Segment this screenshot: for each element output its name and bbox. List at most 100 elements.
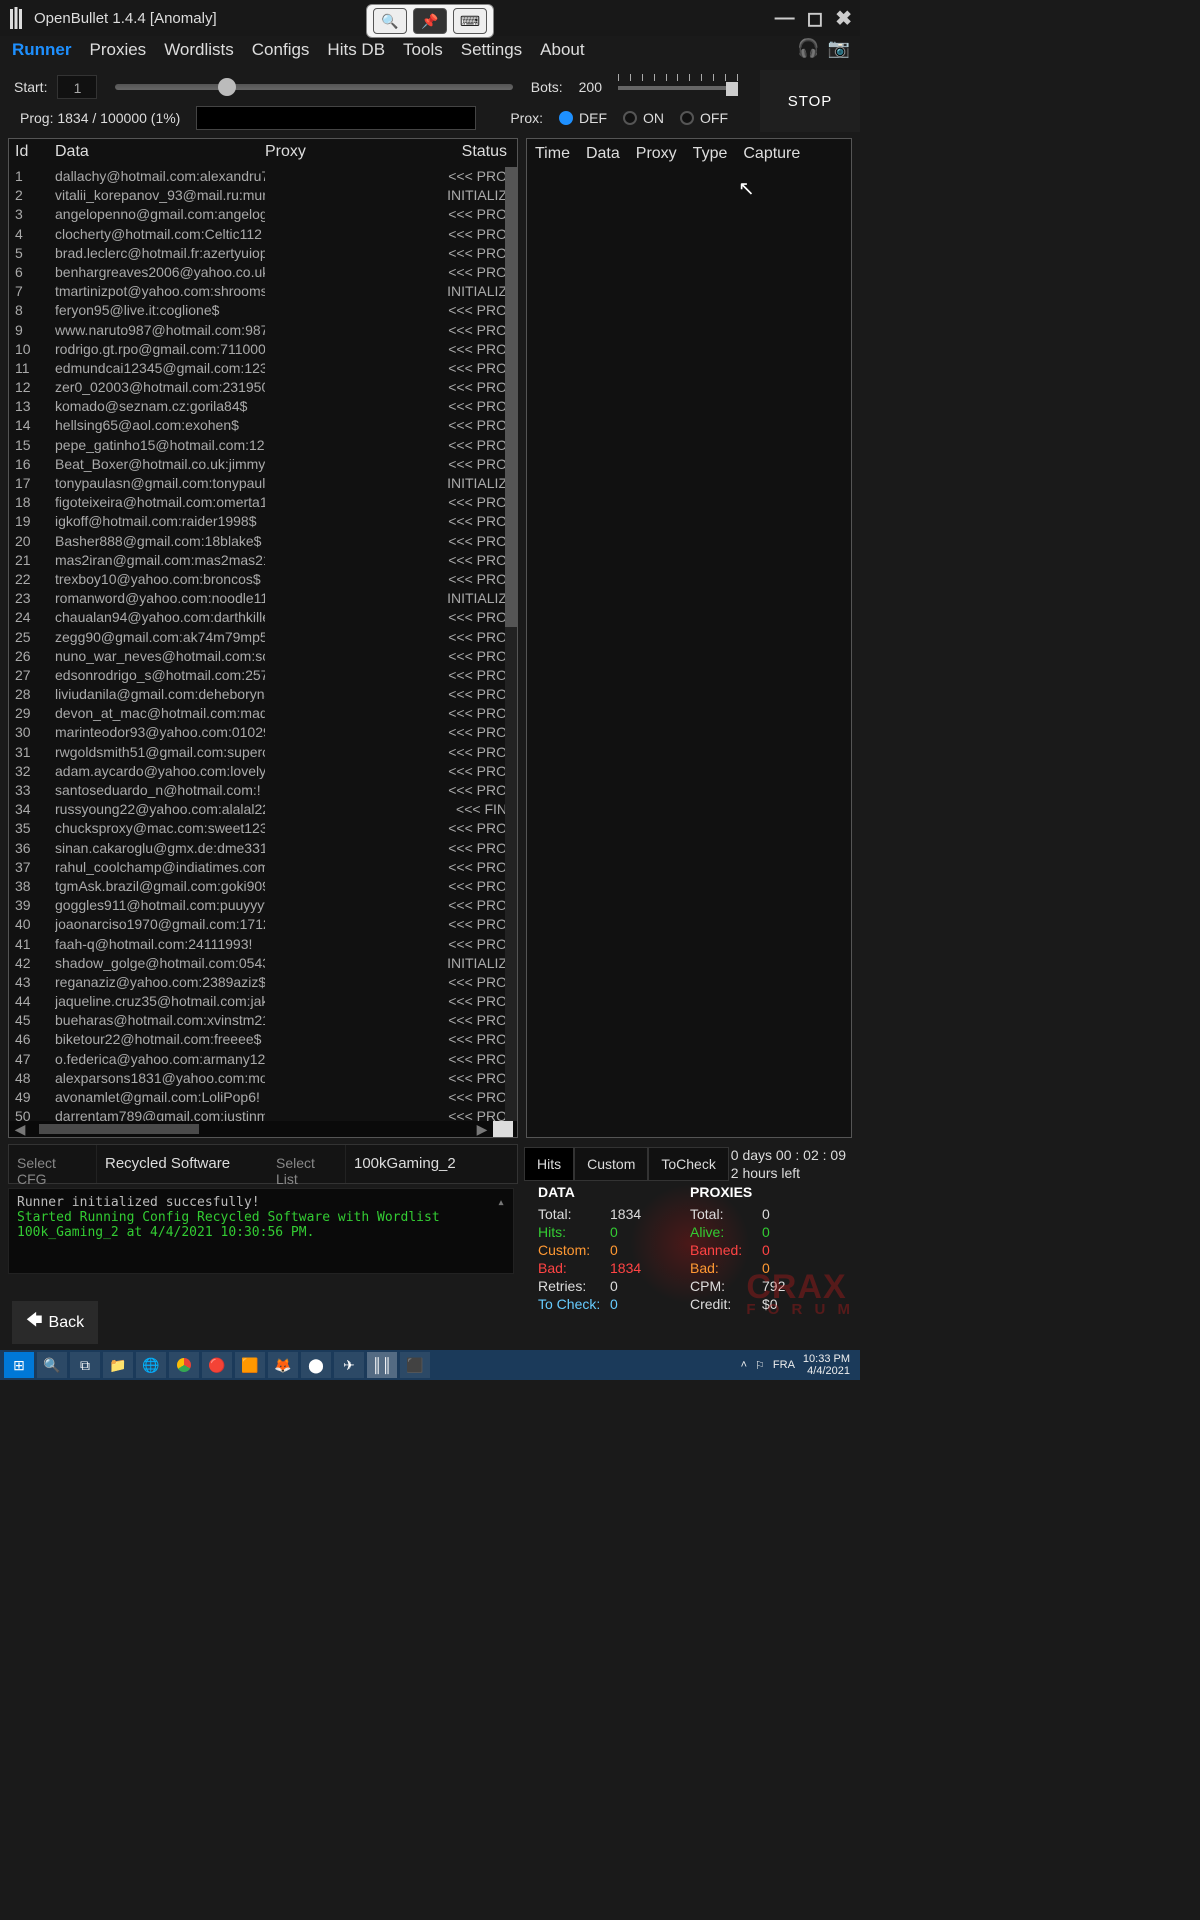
table-row[interactable]: 3angelopenno@gmail.com:angelogp<<< PRO: [9, 205, 517, 224]
start-input[interactable]: 1: [57, 75, 97, 99]
side-col-data[interactable]: Data: [586, 145, 620, 163]
table-row[interactable]: 26nuno_war_neves@hotmail.com:schi<<< PRO: [9, 647, 517, 666]
table-row[interactable]: 41faah-q@hotmail.com:24111993!<<< PRO: [9, 935, 517, 954]
table-row[interactable]: 24chaualan94@yahoo.com:darthkiller<<< PR…: [9, 608, 517, 627]
taskbar-chrome-icon[interactable]: [169, 1352, 199, 1378]
minimize-icon[interactable]: —: [775, 7, 795, 30]
system-tray[interactable]: ˄ ⚐ FRA 10:33 PM 4/4/2021: [741, 1353, 856, 1377]
table-row[interactable]: 8feryon95@live.it:coglione$<<< PRO: [9, 301, 517, 320]
menu-hitsdb[interactable]: Hits DB: [327, 40, 385, 60]
select-cfg-box[interactable]: Select CFG Recycled Software Select List…: [8, 1144, 518, 1184]
table-row[interactable]: 1dallachy@hotmail.com:alexandru7!<<< PRO: [9, 167, 517, 186]
table-row[interactable]: 5brad.leclerc@hotmail.fr:azertyuiop!<<< …: [9, 244, 517, 263]
bots-slider-thumb[interactable]: [726, 82, 738, 96]
table-row[interactable]: 47o.federica@yahoo.com:armany12<<< PRO: [9, 1050, 517, 1069]
vertical-scrollbar[interactable]: [505, 167, 517, 1121]
table-row[interactable]: 30marinteodor93@yahoo.com:010293<<< PRO: [9, 723, 517, 742]
start-menu-icon[interactable]: ⊞: [4, 1352, 34, 1378]
table-row[interactable]: 23romanword@yahoo.com:noodle112INITIALIZ: [9, 589, 517, 608]
taskbar-taskview-icon[interactable]: ⧉: [70, 1352, 100, 1378]
table-row[interactable]: 48alexparsons1831@yahoo.com:moth<<< PRO: [9, 1069, 517, 1088]
menu-runner[interactable]: Runner: [12, 40, 72, 60]
start-slider[interactable]: [115, 84, 512, 90]
prox-radio-def[interactable]: [559, 111, 573, 125]
table-row[interactable]: 13komado@seznam.cz:gorila84$<<< PRO: [9, 397, 517, 416]
taskbar-telegram-icon[interactable]: ✈: [334, 1352, 364, 1378]
table-row[interactable]: 39goggles911@hotmail.com:puuyyytt<<< PRO: [9, 896, 517, 915]
tray-lang[interactable]: FRA: [773, 1359, 795, 1371]
vertical-scroll-thumb[interactable]: [505, 167, 517, 627]
bots-slider[interactable]: [618, 74, 738, 100]
table-row[interactable]: 29devon_at_mac@hotmail.com:madm<<< PRO: [9, 704, 517, 723]
table-row[interactable]: 49avonamlet@gmail.com:LoliPop6!<<< PRO: [9, 1088, 517, 1107]
taskbar-firefox-icon[interactable]: 🦊: [268, 1352, 298, 1378]
side-col-capture[interactable]: Capture: [743, 145, 800, 163]
camera-icon[interactable]: 📷: [828, 38, 850, 59]
tab-hits[interactable]: Hits: [524, 1147, 574, 1181]
table-row[interactable]: 11edmundcai12345@gmail.com:12345<<< PRO: [9, 359, 517, 378]
horizontal-scrollbar[interactable]: ◀ ▶: [9, 1121, 517, 1137]
pin-icon[interactable]: 📌: [413, 8, 447, 34]
table-row[interactable]: 10rodrigo.gt.rpo@gmail.com:7110009<<< PR…: [9, 340, 517, 359]
table-row[interactable]: 33santoseduardo_n@hotmail.com:!<<< PRO: [9, 781, 517, 800]
back-button[interactable]: 🡄 Back: [12, 1301, 98, 1344]
taskbar-app3-icon[interactable]: ⬛: [400, 1352, 430, 1378]
table-row[interactable]: 27edsonrodrigo_s@hotmail.com:2572<<< PRO: [9, 666, 517, 685]
menu-tools[interactable]: Tools: [403, 40, 443, 60]
table-row[interactable]: 42shadow_golge@hotmail.com:05436INITIALI…: [9, 954, 517, 973]
col-header-proxy[interactable]: Proxy: [265, 143, 415, 161]
menu-settings[interactable]: Settings: [461, 40, 522, 60]
menu-wordlists[interactable]: Wordlists: [164, 40, 234, 60]
hscroll-thumb[interactable]: [39, 1124, 199, 1134]
table-row[interactable]: 4clocherty@hotmail.com:Celtic112<<< PRO: [9, 225, 517, 244]
keyboard-icon[interactable]: ⌨: [453, 8, 487, 34]
table-row[interactable]: 12zer0_02003@hotmail.com:2319506!<<< PRO: [9, 378, 517, 397]
table-row[interactable]: 40joaonarciso1970@gmail.com:17127<<< PRO: [9, 915, 517, 934]
zoom-in-icon[interactable]: 🔍: [373, 8, 407, 34]
table-row[interactable]: 6benhargreaves2006@yahoo.co.uk:lo<<< PRO: [9, 263, 517, 282]
table-row[interactable]: 50darrentam789@gmail.com:justinme<<< PRO: [9, 1107, 517, 1121]
tray-chevron-icon[interactable]: ˄: [741, 1359, 747, 1371]
taskbar-explorer-icon[interactable]: 📁: [103, 1352, 133, 1378]
prox-radio-on[interactable]: [623, 111, 637, 125]
col-header-data[interactable]: Data: [55, 143, 265, 161]
side-col-proxy[interactable]: Proxy: [636, 145, 677, 163]
table-row[interactable]: 22trexboy10@yahoo.com:broncos$<<< PRO: [9, 570, 517, 589]
table-row[interactable]: 38tgmAsk.brazil@gmail.com:goki9098<<< PR…: [9, 877, 517, 896]
tray-flag-icon[interactable]: ⚐: [755, 1359, 765, 1372]
col-header-status[interactable]: Status: [415, 143, 511, 161]
taskbar-openbullet-icon[interactable]: ║║: [367, 1352, 397, 1378]
col-header-id[interactable]: Id: [15, 143, 55, 161]
table-row[interactable]: 14hellsing65@aol.com:exohen$<<< PRO: [9, 416, 517, 435]
table-row[interactable]: 25zegg90@gmail.com:ak74m79mp51<<< PRO: [9, 628, 517, 647]
taskbar-edge-icon[interactable]: 🌐: [136, 1352, 166, 1378]
table-row[interactable]: 34russyoung22@yahoo.com:alalal2212<<< FI…: [9, 800, 517, 819]
table-row[interactable]: 15pepe_gatinho15@hotmail.com:1234<<< PRO: [9, 436, 517, 455]
taskbar-app2-icon[interactable]: ⬤: [301, 1352, 331, 1378]
taskbar-opera-icon[interactable]: 🔴: [202, 1352, 232, 1378]
hscroll-left-arrow-icon[interactable]: ◀: [13, 1121, 27, 1138]
table-row[interactable]: 43reganaziz@yahoo.com:2389aziz$<<< PRO: [9, 973, 517, 992]
start-slider-thumb[interactable]: [218, 78, 236, 96]
prox-radio-off[interactable]: [680, 111, 694, 125]
table-row[interactable]: 36sinan.cakaroglu@gmx.de:dme331un<<< PRO: [9, 839, 517, 858]
close-icon[interactable]: ✖: [835, 6, 852, 31]
table-row[interactable]: 21mas2iran@gmail.com:mas2mas21<<< PRO: [9, 551, 517, 570]
headset-icon[interactable]: 🎧: [797, 38, 819, 59]
table-row[interactable]: 28liviudanila@gmail.com:deheboryn$<<< PR…: [9, 685, 517, 704]
tab-tocheck[interactable]: ToCheck: [648, 1147, 728, 1181]
table-row[interactable]: 32adam.aycardo@yahoo.com:lovelybe<<< PRO: [9, 762, 517, 781]
tray-clock[interactable]: 10:33 PM 4/4/2021: [803, 1353, 850, 1377]
table-row[interactable]: 16Beat_Boxer@hotmail.co.uk:jimmyba<<< PR…: [9, 455, 517, 474]
hscroll-right-arrow-icon[interactable]: ▶: [475, 1121, 489, 1138]
table-row[interactable]: 31rwgoldsmith51@gmail.com:superch<<< PRO: [9, 743, 517, 762]
table-row[interactable]: 7tmartinizpot@yahoo.com:shrooms1INITIALI…: [9, 282, 517, 301]
table-row[interactable]: 37rahul_coolchamp@indiatimes.com:s<<< PR…: [9, 858, 517, 877]
stop-button[interactable]: STOP: [760, 70, 860, 132]
table-row[interactable]: 17tonypaulasn@gmail.com:tonypaul1INITIAL…: [9, 474, 517, 493]
table-row[interactable]: 18figoteixeira@hotmail.com:omerta1$<<< P…: [9, 493, 517, 512]
table-row[interactable]: 2vitalii_korepanov_93@mail.ru:murzilINIT…: [9, 186, 517, 205]
side-col-time[interactable]: Time: [535, 145, 570, 163]
menu-configs[interactable]: Configs: [252, 40, 310, 60]
menu-about[interactable]: About: [540, 40, 584, 60]
